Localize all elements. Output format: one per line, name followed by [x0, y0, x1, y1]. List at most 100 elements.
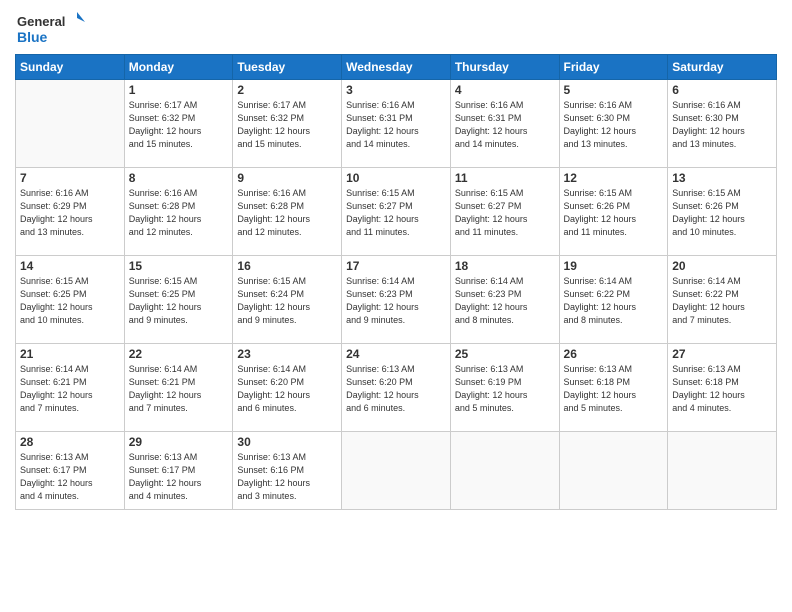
day-info: Sunrise: 6:16 AMSunset: 6:31 PMDaylight:… — [455, 99, 555, 151]
day-number: 26 — [564, 347, 664, 361]
day-number: 6 — [672, 83, 772, 97]
day-number: 3 — [346, 83, 446, 97]
day-number: 18 — [455, 259, 555, 273]
day-info: Sunrise: 6:17 AMSunset: 6:32 PMDaylight:… — [129, 99, 229, 151]
day-info: Sunrise: 6:15 AMSunset: 6:26 PMDaylight:… — [672, 187, 772, 239]
calendar-table: SundayMondayTuesdayWednesdayThursdayFrid… — [15, 54, 777, 510]
day-number: 1 — [129, 83, 229, 97]
calendar-day-cell: 1 Sunrise: 6:17 AMSunset: 6:32 PMDaylight… — [124, 80, 233, 168]
calendar-day-cell: 28Sunrise: 6:13 AMSunset: 6:17 PMDayligh… — [16, 432, 125, 510]
day-number: 25 — [455, 347, 555, 361]
day-info: Sunrise: 6:13 AMSunset: 6:17 PMDaylight:… — [129, 451, 229, 503]
calendar-day-cell: 18 Sunrise: 6:14 AMSunset: 6:23 PMDayligh… — [450, 256, 559, 344]
calendar-day-cell: 9Sunrise: 6:16 AMSunset: 6:28 PMDaylight… — [233, 168, 342, 256]
day-number: 2 — [237, 83, 337, 97]
calendar-day-header: Friday — [559, 55, 668, 80]
calendar-day-cell: 2 Sunrise: 6:17 AMSunset: 6:32 PMDaylight… — [233, 80, 342, 168]
day-info: Sunrise: 6:16 AMSunset: 6:31 PMDaylight:… — [346, 99, 446, 151]
day-info: Sunrise: 6:14 AMSunset: 6:23 PMDaylight:… — [346, 275, 446, 327]
day-number: 29 — [129, 435, 229, 449]
day-number: 15 — [129, 259, 229, 273]
day-number: 19 — [564, 259, 664, 273]
day-info: Sunrise: 6:15 AMSunset: 6:27 PMDaylight:… — [346, 187, 446, 239]
calendar-day-cell: 5 Sunrise: 6:16 AMSunset: 6:30 PMDaylight… — [559, 80, 668, 168]
calendar-day-cell — [342, 432, 451, 510]
day-info: Sunrise: 6:17 AMSunset: 6:32 PMDaylight:… — [237, 99, 337, 151]
calendar-day-cell: 17 Sunrise: 6:14 AMSunset: 6:23 PMDayligh… — [342, 256, 451, 344]
day-number: 30 — [237, 435, 337, 449]
calendar-week-row: 7 Sunrise: 6:16 AMSunset: 6:29 PMDaylight… — [16, 168, 777, 256]
calendar-week-row: 21Sunrise: 6:14 AMSunset: 6:21 PMDayligh… — [16, 344, 777, 432]
day-number: 11 — [455, 171, 555, 185]
calendar-day-cell — [559, 432, 668, 510]
calendar-day-cell: 7 Sunrise: 6:16 AMSunset: 6:29 PMDaylight… — [16, 168, 125, 256]
calendar-day-cell: 26 Sunrise: 6:13 AMSunset: 6:18 PMDayligh… — [559, 344, 668, 432]
calendar-day-cell: 16Sunrise: 6:15 AMSunset: 6:24 PMDayligh… — [233, 256, 342, 344]
calendar-day-cell: 25 Sunrise: 6:13 AMSunset: 6:19 PMDayligh… — [450, 344, 559, 432]
day-number: 13 — [672, 171, 772, 185]
calendar-week-row: 14 Sunrise: 6:15 AMSunset: 6:25 PMDayligh… — [16, 256, 777, 344]
day-info: Sunrise: 6:13 AMSunset: 6:18 PMDaylight:… — [672, 363, 772, 415]
calendar-day-cell: 6 Sunrise: 6:16 AMSunset: 6:30 PMDaylight… — [668, 80, 777, 168]
calendar-day-cell: 10 Sunrise: 6:15 AMSunset: 6:27 PMDayligh… — [342, 168, 451, 256]
day-info: Sunrise: 6:15 AMSunset: 6:27 PMDaylight:… — [455, 187, 555, 239]
calendar-day-cell: 27 Sunrise: 6:13 AMSunset: 6:18 PMDayligh… — [668, 344, 777, 432]
calendar-day-header: Wednesday — [342, 55, 451, 80]
calendar-day-cell: 15 Sunrise: 6:15 AMSunset: 6:25 PMDayligh… — [124, 256, 233, 344]
calendar-day-header: Saturday — [668, 55, 777, 80]
day-number: 27 — [672, 347, 772, 361]
day-number: 20 — [672, 259, 772, 273]
day-info: Sunrise: 6:16 AMSunset: 6:29 PMDaylight:… — [20, 187, 120, 239]
day-info: Sunrise: 6:15 AMSunset: 6:25 PMDaylight:… — [129, 275, 229, 327]
day-info: Sunrise: 6:14 AMSunset: 6:22 PMDaylight:… — [564, 275, 664, 327]
svg-text:General: General — [17, 14, 65, 29]
calendar-day-cell — [16, 80, 125, 168]
calendar-day-cell: 12 Sunrise: 6:15 AMSunset: 6:26 PMDayligh… — [559, 168, 668, 256]
day-info: Sunrise: 6:16 AMSunset: 6:30 PMDaylight:… — [564, 99, 664, 151]
day-number: 23 — [237, 347, 337, 361]
calendar-day-cell: 8Sunrise: 6:16 AMSunset: 6:28 PMDaylight… — [124, 168, 233, 256]
day-number: 14 — [20, 259, 120, 273]
day-number: 22 — [129, 347, 229, 361]
day-number: 5 — [564, 83, 664, 97]
day-info: Sunrise: 6:14 AMSunset: 6:23 PMDaylight:… — [455, 275, 555, 327]
day-info: Sunrise: 6:16 AMSunset: 6:30 PMDaylight:… — [672, 99, 772, 151]
calendar-day-cell: 22 Sunrise: 6:14 AMSunset: 6:21 PMDayligh… — [124, 344, 233, 432]
day-number: 24 — [346, 347, 446, 361]
day-info: Sunrise: 6:14 AMSunset: 6:21 PMDaylight:… — [20, 363, 120, 415]
svg-text:Blue: Blue — [17, 29, 48, 45]
logo: General Blue — [15, 10, 85, 48]
day-info: Sunrise: 6:14 AMSunset: 6:20 PMDaylight:… — [237, 363, 337, 415]
calendar-header-row: SundayMondayTuesdayWednesdayThursdayFrid… — [16, 55, 777, 80]
day-number: 17 — [346, 259, 446, 273]
calendar-day-cell: 21Sunrise: 6:14 AMSunset: 6:21 PMDayligh… — [16, 344, 125, 432]
calendar-day-header: Sunday — [16, 55, 125, 80]
day-info: Sunrise: 6:16 AMSunset: 6:28 PMDaylight:… — [129, 187, 229, 239]
calendar-day-cell: 13 Sunrise: 6:15 AMSunset: 6:26 PMDayligh… — [668, 168, 777, 256]
day-info: Sunrise: 6:15 AMSunset: 6:26 PMDaylight:… — [564, 187, 664, 239]
calendar-day-header: Monday — [124, 55, 233, 80]
calendar-day-cell: 14Sunrise: 6:15 AMSunset: 6:25 PMDayligh… — [16, 256, 125, 344]
day-number: 10 — [346, 171, 446, 185]
calendar-day-header: Thursday — [450, 55, 559, 80]
day-number: 7 — [20, 171, 120, 185]
day-info: Sunrise: 6:13 AMSunset: 6:18 PMDaylight:… — [564, 363, 664, 415]
day-number: 12 — [564, 171, 664, 185]
day-info: Sunrise: 6:15 AMSunset: 6:24 PMDaylight:… — [237, 275, 337, 327]
day-info: Sunrise: 6:16 AMSunset: 6:28 PMDaylight:… — [237, 187, 337, 239]
day-info: Sunrise: 6:13 AMSunset: 6:20 PMDaylight:… — [346, 363, 446, 415]
calendar-day-cell: 23 Sunrise: 6:14 AMSunset: 6:20 PMDayligh… — [233, 344, 342, 432]
calendar-day-cell: 4Sunrise: 6:16 AMSunset: 6:31 PMDaylight… — [450, 80, 559, 168]
calendar-day-cell: 20Sunrise: 6:14 AMSunset: 6:22 PMDayligh… — [668, 256, 777, 344]
calendar-day-cell: 3 Sunrise: 6:16 AMSunset: 6:31 PMDaylight… — [342, 80, 451, 168]
calendar-day-cell: 19 Sunrise: 6:14 AMSunset: 6:22 PMDayligh… — [559, 256, 668, 344]
day-info: Sunrise: 6:13 AMSunset: 6:16 PMDaylight:… — [237, 451, 337, 503]
day-info: Sunrise: 6:14 AMSunset: 6:21 PMDaylight:… — [129, 363, 229, 415]
day-info: Sunrise: 6:13 AMSunset: 6:19 PMDaylight:… — [455, 363, 555, 415]
calendar-week-row: 28 Sunrise: 6:13 AMSunset: 6:17 PMDayligh… — [16, 432, 777, 510]
day-number: 28 — [20, 435, 120, 449]
calendar-day-cell — [668, 432, 777, 510]
calendar-day-cell: 11 Sunrise: 6:15 AMSunset: 6:27 PMDayligh… — [450, 168, 559, 256]
calendar-day-cell: 29 Sunrise: 6:13 AMSunset: 6:17 PMDayligh… — [124, 432, 233, 510]
calendar-day-cell: 24 Sunrise: 6:13 AMSunset: 6:20 PMDayligh… — [342, 344, 451, 432]
